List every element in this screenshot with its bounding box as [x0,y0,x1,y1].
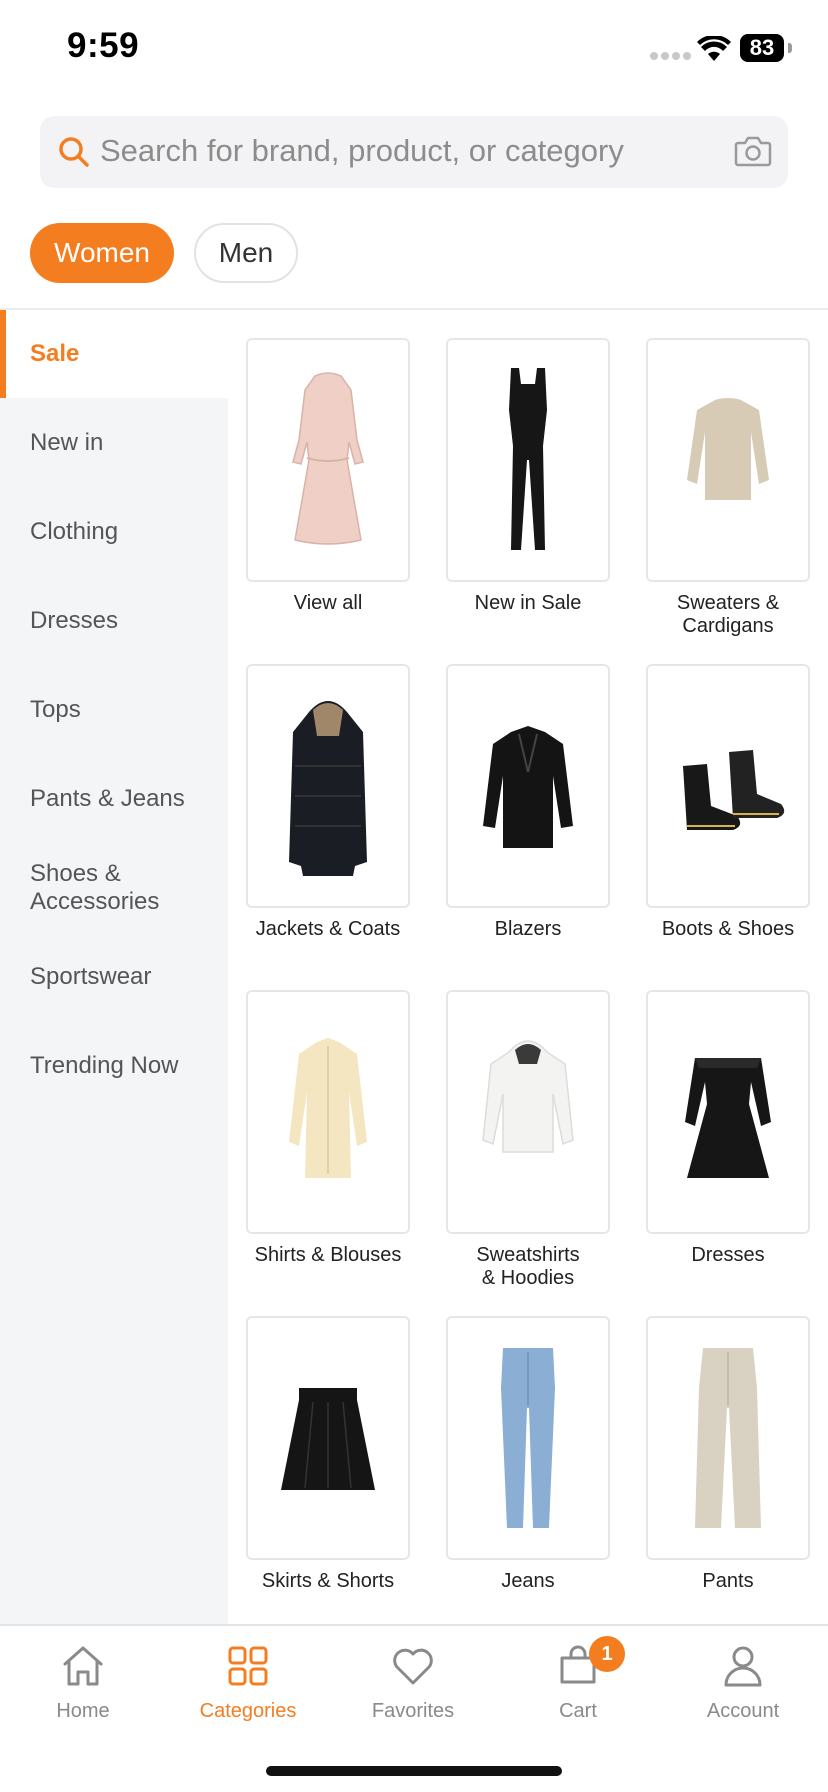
sidebar-item-new-in[interactable]: New in [0,399,228,487]
nav-cart[interactable]: 1 Cart [503,1636,653,1723]
category-label: Skirts & Shorts [261,1570,395,1592]
wifi-icon [697,36,731,61]
pants-beige-icon [695,1348,761,1528]
blazer-icon [483,726,573,848]
category-sweaters-cardigans[interactable]: Sweaters & Cardigans [646,338,810,638]
dress-pink-icon [292,372,364,545]
nav-label: Account [706,1700,780,1722]
category-jeans[interactable]: Jeans [446,1316,610,1593]
camera-icon[interactable] [734,134,772,168]
shirt-cream-icon [289,1038,367,1178]
sidebar-item-dresses[interactable]: Dresses [0,577,228,665]
nav-categories[interactable]: Categories [173,1642,323,1723]
sidebar-item-label: Sale [30,340,80,367]
category-sidebar: Sale New in Clothing Dresses Tops Pants … [0,310,228,1624]
sidebar-item-label: Sportswear [30,963,152,990]
cart-badge: 1 [589,1636,625,1672]
nav-home[interactable]: Home [8,1642,158,1723]
skirt-black-icon [281,1388,375,1490]
sidebar-item-label: Clothing [30,518,119,545]
nav-account[interactable]: Account [668,1642,818,1723]
hoodie-white-icon [482,1040,574,1153]
jumpsuit-black-icon [509,368,547,550]
heart-icon [393,1648,433,1685]
category-thumbnail [446,1316,610,1560]
home-indicator [266,1766,562,1776]
category-thumbnail [646,990,810,1234]
sidebar-item-label: New in [30,429,104,456]
nav-label: Categories [199,1700,297,1722]
category-thumbnail [446,338,610,582]
category-thumbnail [246,664,410,908]
category-skirts-shorts[interactable]: Skirts & Shorts [246,1316,410,1593]
category-thumbnail [646,338,810,582]
cellular-signal-icon [650,52,692,60]
category-thumbnail [646,664,810,908]
nav-favorites[interactable]: Favorites [338,1642,488,1723]
category-label: Boots & Shoes [661,918,795,940]
sidebar-item-pants-jeans[interactable]: Pants & Jeans [0,755,228,843]
category-thumbnail [246,338,410,582]
tab-men[interactable]: Men [194,223,298,283]
category-shirts-blouses[interactable]: Shirts & Blouses [246,990,410,1267]
sweater-beige-icon [687,398,769,500]
category-label: Sweaters & Cardigans [676,592,780,637]
puffer-coat-icon [289,701,367,876]
sidebar-item-clothing[interactable]: Clothing [0,488,228,576]
category-label: Shirts & Blouses [254,1244,402,1266]
category-dresses[interactable]: Dresses [646,990,810,1267]
sidebar-item-label: Pants & Jeans [30,785,185,812]
category-thumbnail [446,990,610,1234]
category-label: Pants [702,1570,754,1592]
sidebar-item-trending-now[interactable]: Trending Now [0,1022,228,1110]
sidebar-item-label: Shoes & Accessories [30,860,160,915]
categories-icon [228,1646,268,1686]
category-jackets-coats[interactable]: Jackets & Coats [246,664,410,941]
category-view-all[interactable]: View all [246,338,410,615]
category-thumbnail [446,664,610,908]
battery-icon: 83 [740,34,792,62]
home-icon [63,1646,103,1686]
nav-label: Favorites [371,1700,455,1722]
sidebar-item-label: Dresses [30,607,119,634]
sidebar-item-label: Tops [30,696,81,723]
category-thumbnail [246,1316,410,1560]
nav-label: Home [56,1700,110,1722]
nav-label: Cart [559,1700,597,1722]
sidebar-item-tops[interactable]: Tops [0,666,228,754]
category-thumbnail [646,1316,810,1560]
sidebar-item-sale[interactable]: Sale [0,310,228,398]
battery-level: 83 [740,34,784,62]
search-input[interactable]: Search for brand, product, or category [100,133,624,169]
boots-icon [683,750,785,830]
sidebar-item-shoes-accessories[interactable]: Shoes & Accessories [0,844,228,932]
dress-black-icon [685,1058,771,1178]
account-icon [724,1646,762,1687]
status-bar: 9:59 83 [0,0,828,100]
category-thumbnail [246,990,410,1234]
category-blazers[interactable]: Blazers [446,664,610,941]
search-bar[interactable]: Search for brand, product, or category [40,116,788,188]
jeans-icon [501,1348,555,1528]
category-sweatshirts-hoodies[interactable]: Sweatshirts & Hoodies [446,990,610,1290]
sidebar-item-label: Trending Now [30,1052,179,1079]
category-label: Sweatshirts & Hoodies [476,1244,580,1289]
category-label: Dresses [691,1244,765,1266]
category-label: Blazers [494,918,562,940]
category-label: View all [293,592,363,614]
search-icon [59,137,89,167]
tab-women[interactable]: Women [30,223,174,283]
category-label: New in Sale [474,592,582,614]
category-new-in-sale[interactable]: New in Sale [446,338,610,615]
category-label: Jackets & Coats [255,918,401,940]
status-time: 9:59 [67,26,140,65]
category-label: Jeans [501,1570,555,1592]
sidebar-item-sportswear[interactable]: Sportswear [0,933,228,1021]
category-boots-shoes[interactable]: Boots & Shoes [646,664,810,941]
category-pants[interactable]: Pants [646,1316,810,1593]
